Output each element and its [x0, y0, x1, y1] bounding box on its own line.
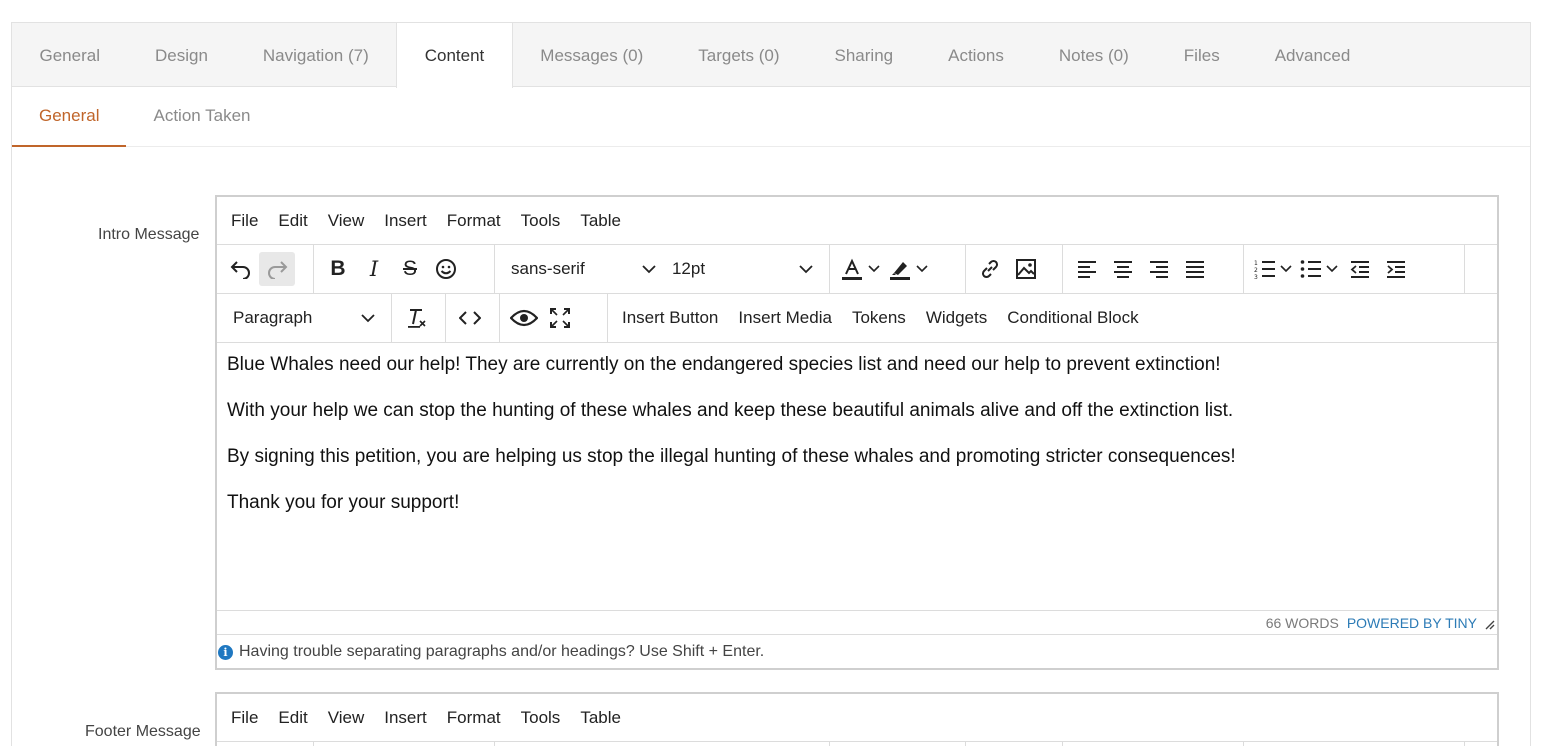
menu-edit[interactable]: Edit — [278, 211, 307, 231]
menu-view[interactable]: View — [328, 211, 365, 231]
intro-message-editor: File Edit View Insert Format Tools Table… — [215, 195, 1499, 670]
chevron-down-icon — [916, 265, 928, 273]
tab-general[interactable]: General — [12, 23, 127, 87]
tab-advanced[interactable]: Advanced — [1247, 23, 1378, 87]
editor-statusbar: 66 WORDS POWERED BY TINY — [217, 610, 1497, 634]
text-color-icon — [842, 258, 862, 280]
tab-files[interactable]: Files — [1156, 23, 1247, 87]
editor-menubar: File Edit View Insert Format Tools Table — [217, 197, 1497, 245]
numbered-list-icon: 123 — [1254, 260, 1275, 279]
tokens-button[interactable]: Tokens — [852, 308, 906, 328]
bullet-list-button[interactable] — [1300, 259, 1338, 279]
align-right-icon[interactable] — [1141, 252, 1177, 286]
insert-media-button[interactable]: Insert Media — [738, 308, 832, 328]
italic-icon[interactable]: I — [356, 252, 392, 286]
editor-toolbar-primary — [217, 742, 1497, 746]
tab-design[interactable]: Design — [127, 23, 235, 87]
fullscreen-icon[interactable] — [542, 301, 578, 335]
indent-icon[interactable] — [1378, 252, 1414, 286]
menu-edit[interactable]: Edit — [278, 708, 307, 728]
align-left-icon[interactable] — [1069, 252, 1105, 286]
menu-file[interactable]: File — [231, 211, 258, 231]
chevron-down-icon — [868, 265, 880, 273]
tab-content[interactable]: Content — [396, 23, 513, 88]
content-paragraph: With your help we can stop the hunting o… — [227, 400, 1234, 421]
tab-sharing[interactable]: Sharing — [807, 23, 921, 87]
tab-actions[interactable]: Actions — [921, 23, 1032, 87]
footer-message-editor: File Edit View Insert Format Tools Table — [215, 692, 1499, 746]
svg-text:2: 2 — [1254, 267, 1258, 274]
text-color-button[interactable] — [840, 257, 880, 281]
chevron-down-icon — [642, 264, 656, 273]
footer-message-label: Footer Message — [85, 723, 201, 740]
menu-format[interactable]: Format — [447, 708, 501, 728]
font-family-value: sans-serif — [511, 259, 585, 278]
powered-by-tiny-link[interactable]: POWERED BY TINY — [1347, 615, 1477, 631]
chevron-down-icon — [361, 313, 375, 322]
outdent-icon[interactable] — [1342, 252, 1378, 286]
tab-messages[interactable]: Messages (0) — [513, 23, 671, 87]
emoji-icon[interactable] — [428, 252, 464, 286]
svg-text:3: 3 — [1254, 274, 1258, 279]
chevron-down-icon — [1280, 265, 1292, 273]
source-code-icon[interactable] — [452, 301, 488, 335]
preview-eye-icon[interactable] — [506, 301, 542, 335]
chevron-down-icon — [799, 264, 813, 273]
image-icon[interactable] — [1008, 252, 1044, 286]
subtab-action-taken[interactable]: Action Taken — [126, 88, 277, 147]
strikethrough-icon[interactable]: S — [392, 252, 428, 286]
link-icon[interactable] — [972, 252, 1008, 286]
undo-icon[interactable] — [223, 252, 259, 286]
editor-menubar: File Edit View Insert Format Tools Table — [217, 694, 1497, 742]
tab-targets[interactable]: Targets (0) — [671, 23, 807, 87]
align-justify-icon[interactable] — [1177, 252, 1213, 286]
editor-content-area[interactable]: Blue Whales need our help! They are curr… — [217, 343, 1497, 610]
menu-insert[interactable]: Insert — [384, 708, 427, 728]
word-count[interactable]: 66 WORDS — [1266, 615, 1339, 631]
sub-tab-bar: General Action Taken — [12, 88, 1530, 147]
menu-file[interactable]: File — [231, 708, 258, 728]
resize-handle-icon[interactable] — [1483, 618, 1495, 630]
font-family-select[interactable]: sans-serif — [503, 259, 664, 279]
bold-icon[interactable]: B — [320, 252, 356, 286]
menu-view[interactable]: View — [328, 708, 365, 728]
block-format-select[interactable]: Paragraph — [225, 308, 383, 328]
main-tab-bar: General Design Navigation (7) Content Me… — [12, 23, 1530, 88]
menu-format[interactable]: Format — [447, 211, 501, 231]
insert-button-button[interactable]: Insert Button — [622, 308, 718, 328]
bullet-list-icon — [1300, 260, 1321, 278]
info-icon: i — [218, 644, 233, 660]
editor-toolbar-primary: B I S sans-serif 12pt 1 2 3 — [217, 245, 1497, 294]
menu-table[interactable]: Table — [580, 708, 621, 728]
highlight-color-button[interactable] — [888, 257, 928, 281]
numbered-list-button[interactable]: 123 — [1254, 259, 1292, 279]
highlighter-icon — [890, 262, 910, 280]
block-format-value: Paragraph — [233, 308, 313, 327]
content-paragraph: Blue Whales need our help! They are curr… — [227, 354, 1221, 375]
menu-table[interactable]: Table — [580, 211, 621, 231]
chevron-down-icon — [1326, 265, 1338, 273]
widgets-button[interactable]: Widgets — [926, 308, 987, 328]
intro-message-label: Intro Message — [98, 226, 200, 243]
tab-navigation[interactable]: Navigation (7) — [235, 23, 396, 87]
tab-notes[interactable]: Notes (0) — [1031, 23, 1156, 87]
conditional-block-button[interactable]: Conditional Block — [1007, 308, 1138, 328]
font-size-select[interactable]: 12pt — [664, 259, 821, 279]
align-center-icon[interactable] — [1105, 252, 1141, 286]
clear-formatting-icon[interactable] — [398, 301, 434, 335]
editor-toolbar-secondary: Paragraph Insert Button Insert Media Tok… — [217, 294, 1497, 343]
content-paragraph: By signing this petition, you are helpin… — [227, 446, 1236, 467]
menu-tools[interactable]: Tools — [521, 708, 561, 728]
redo-icon[interactable] — [259, 252, 295, 286]
svg-text:1: 1 — [1254, 260, 1258, 267]
subtab-general[interactable]: General — [12, 88, 127, 147]
menu-tools[interactable]: Tools — [521, 211, 561, 231]
editor-hint: i Having trouble separating paragraphs a… — [217, 634, 1497, 669]
content-paragraph: Thank you for your support! — [227, 492, 460, 513]
font-size-value: 12pt — [671, 259, 706, 278]
menu-insert[interactable]: Insert — [384, 211, 427, 231]
hint-text: Having trouble separating paragraphs and… — [239, 643, 765, 660]
